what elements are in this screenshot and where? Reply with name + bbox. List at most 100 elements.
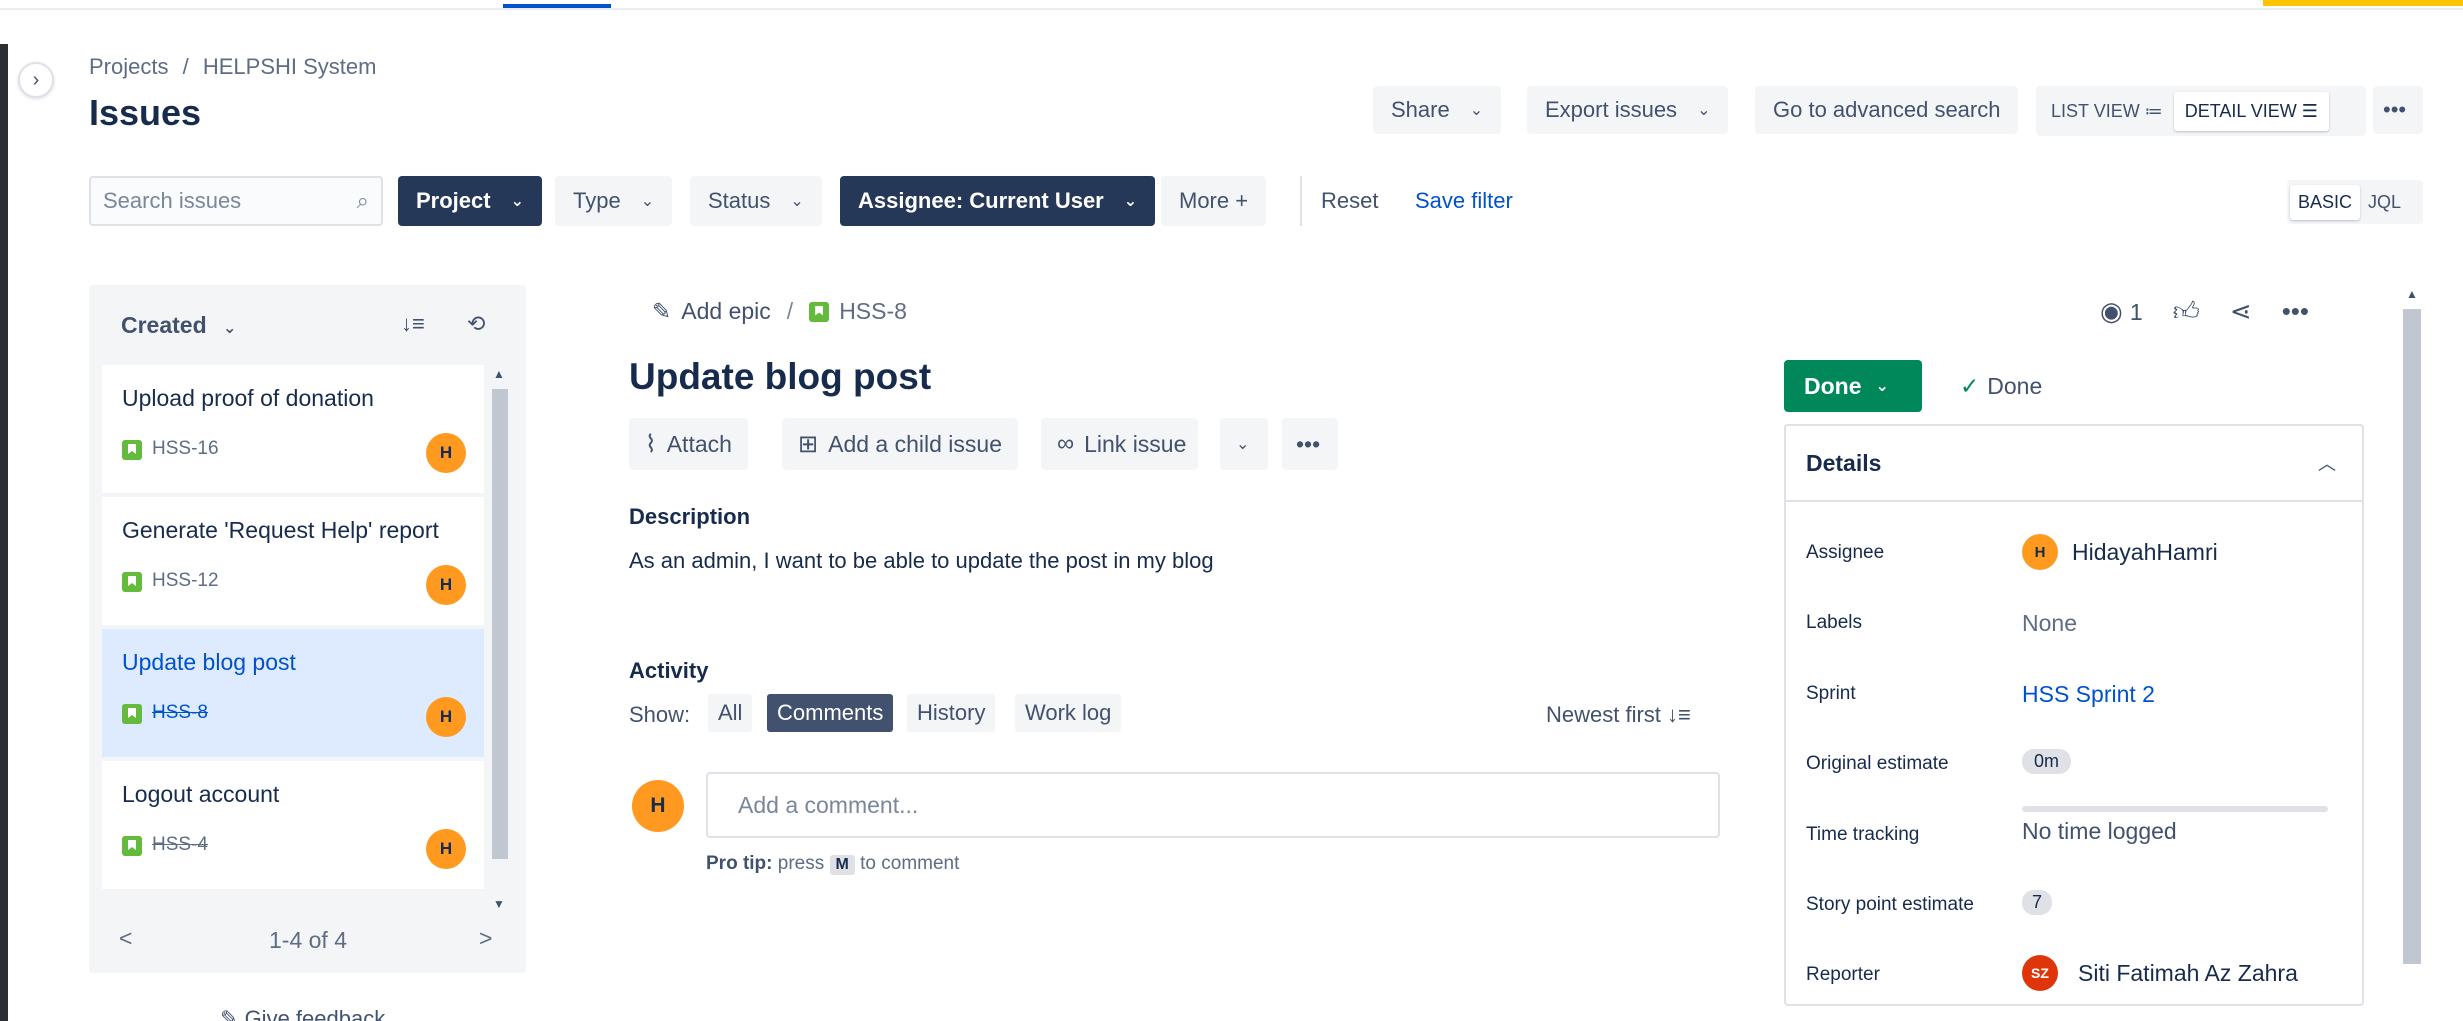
more-filters-button[interactable]: More + — [1161, 176, 1267, 226]
attach-label: Attach — [666, 430, 732, 457]
pro-tip: Pro tip: press M to comment — [706, 853, 959, 875]
more-actions-button[interactable]: ••• — [2373, 86, 2423, 134]
list-toolbar: ↓≡ ⟲ — [401, 311, 485, 337]
type-filter-button[interactable]: Type ⌄ — [555, 176, 673, 226]
basic-mode-button[interactable]: BASIC — [2290, 184, 2361, 220]
avatar: SZ — [2022, 955, 2058, 991]
story-points-label: Story point estimate — [1806, 894, 1974, 915]
story-icon — [122, 572, 142, 592]
sprint-value[interactable]: HSS Sprint 2 — [2022, 681, 2155, 708]
search-input[interactable] — [103, 188, 333, 214]
project-filter-button[interactable]: Project ⌄ — [398, 176, 542, 226]
breadcrumb-project[interactable]: HELPSHI System — [203, 54, 377, 79]
eye-icon: ◉ — [2100, 296, 2123, 326]
page-title: Issues — [89, 92, 202, 133]
scroll-thumb[interactable] — [2403, 309, 2421, 964]
list-item-key: HSS-8 — [152, 702, 208, 723]
list-item-title: Upload proof of donation — [122, 385, 374, 411]
story-points-field[interactable]: 7 — [2022, 890, 2053, 915]
export-issues-button[interactable]: Export issues ⌄ — [1527, 86, 1729, 134]
issue-breadcrumb: ✎ Add epic / HSS-8 — [652, 298, 907, 325]
description-text[interactable]: As an admin, I want to be able to update… — [629, 548, 1214, 574]
reporter-field[interactable]: SZ Siti Fatimah Az Zahra — [2022, 955, 2298, 991]
list-item[interactable]: Generate 'Request Help' report HSS-12 H — [102, 497, 484, 627]
reset-button[interactable]: Reset — [1321, 188, 1378, 214]
top-nav-strip — [0, 0, 2463, 10]
chevron-down-icon: ⌄ — [223, 320, 237, 337]
jql-mode-button[interactable]: JQL — [2360, 185, 2409, 220]
details-header[interactable]: Details ︿ — [1786, 426, 2362, 502]
sort-newest-button[interactable]: Newest first ↓≡ — [1546, 702, 1691, 728]
list-item[interactable]: Logout account HSS-4 H — [102, 761, 484, 891]
watch-button[interactable]: ◉ 1 — [2100, 296, 2143, 327]
next-page-button[interactable]: > — [479, 925, 492, 952]
chevron-up-icon[interactable]: ︿ — [2318, 450, 2336, 476]
assignee-value: HidayahHamri — [2072, 538, 2218, 565]
list-view-button[interactable]: LIST VIEW ≔ — [2040, 92, 2174, 131]
add-child-issue-button[interactable]: ⊞ Add a child issue — [782, 418, 1018, 470]
attach-button[interactable]: ⌇ Attach — [629, 418, 748, 470]
assignee-filter-button[interactable]: Assignee: Current User ⌄ — [840, 176, 1156, 226]
pro-tip-press: press — [777, 853, 825, 874]
original-estimate-field[interactable]: 0m — [2022, 749, 2072, 774]
page-count: 1-4 of 4 — [269, 927, 347, 953]
sort-dropdown[interactable]: Created ⌄ — [121, 312, 236, 339]
details-title: Details — [1806, 450, 1882, 476]
pro-tip-label: Pro tip: — [706, 853, 773, 874]
detail-icon: ☰ — [2301, 100, 2318, 121]
thumbs-up-icon[interactable]: 👍︎ — [2173, 296, 2200, 327]
activity-tab-all[interactable]: All — [708, 694, 753, 732]
scroll-down-icon[interactable]: ▼ — [493, 897, 505, 911]
link-issue-button[interactable]: ∞ Link issue — [1041, 418, 1199, 470]
issue-title[interactable]: Update blog post — [629, 356, 931, 398]
advanced-search-button[interactable]: Go to advanced search — [1755, 86, 2019, 134]
view-toggle: LIST VIEW ≔ DETAIL VIEW ☰ — [2036, 86, 2366, 136]
prev-page-button[interactable]: < — [119, 925, 132, 952]
detail-view-button[interactable]: DETAIL VIEW ☰ — [2173, 91, 2329, 131]
comment-input[interactable]: Add a comment... — [706, 772, 1720, 838]
export-label: Export issues — [1545, 97, 1678, 122]
time-tracking-bar[interactable] — [2022, 806, 2328, 812]
issue-more-button[interactable]: ••• — [1282, 418, 1338, 470]
labels-value[interactable]: None — [2022, 610, 2077, 637]
chevron-down-icon: ⌄ — [1697, 102, 1711, 119]
save-filter-link[interactable]: Save filter — [1415, 188, 1513, 214]
scroll-up-icon[interactable]: ▲ — [493, 367, 505, 381]
share-button[interactable]: Share ⌄ — [1373, 86, 1502, 134]
status-filter-button[interactable]: Status ⌄ — [690, 176, 822, 226]
search-icon[interactable]: ⌕ — [357, 188, 369, 214]
activity-tab-history[interactable]: History — [907, 694, 996, 732]
list-scrollbar[interactable]: ▲ ▼ — [489, 365, 511, 913]
breadcrumb-projects[interactable]: Projects — [89, 54, 168, 79]
add-epic-link[interactable]: Add epic — [681, 298, 771, 325]
expand-sidebar-button[interactable]: › — [18, 62, 54, 98]
list-item-selected[interactable]: Update blog post HSS-8 H — [102, 629, 484, 759]
chevron-down-icon: ⌄ — [510, 193, 524, 210]
refresh-icon[interactable]: ⟲ — [467, 311, 485, 336]
avatar: H — [632, 780, 684, 832]
list-icon: ≔ — [2144, 100, 2163, 121]
chevron-down-icon: ⌄ — [1123, 193, 1138, 210]
give-feedback-link[interactable]: ✎ Give feedback — [220, 1006, 385, 1021]
status-button[interactable]: Done ⌄ — [1784, 360, 1922, 412]
status-label: Done — [1804, 372, 1862, 399]
scroll-up-icon[interactable]: ▲ — [2406, 287, 2418, 301]
link-issue-dropdown[interactable]: ⌄ — [1218, 418, 1268, 470]
watch-count: 1 — [2129, 299, 2143, 325]
scroll-thumb[interactable] — [492, 389, 508, 859]
activity-tab-comments[interactable]: Comments — [767, 694, 894, 732]
detail-scrollbar[interactable]: ▲ — [2401, 285, 2423, 1021]
sort-order-icon[interactable]: ↓≡ — [401, 311, 425, 336]
description-label: Description — [629, 504, 751, 529]
issue-key-link[interactable]: HSS-8 — [839, 298, 907, 325]
original-estimate-label: Original estimate — [1806, 753, 1949, 774]
more-icon: ••• — [2383, 97, 2407, 122]
list-item-key: HSS-16 — [152, 438, 219, 459]
share-icon[interactable]: ⋖ — [2230, 296, 2252, 327]
list-item[interactable]: Upload proof of donation HSS-16 H — [102, 365, 484, 495]
pagination: < 1-4 of 4 > — [89, 915, 526, 965]
breadcrumb: Projects / HELPSHI System — [89, 54, 376, 80]
assignee-field[interactable]: H HidayahHamri — [2022, 534, 2218, 570]
more-icon[interactable]: ••• — [2282, 296, 2309, 327]
activity-tab-worklog[interactable]: Work log — [1015, 694, 1122, 732]
